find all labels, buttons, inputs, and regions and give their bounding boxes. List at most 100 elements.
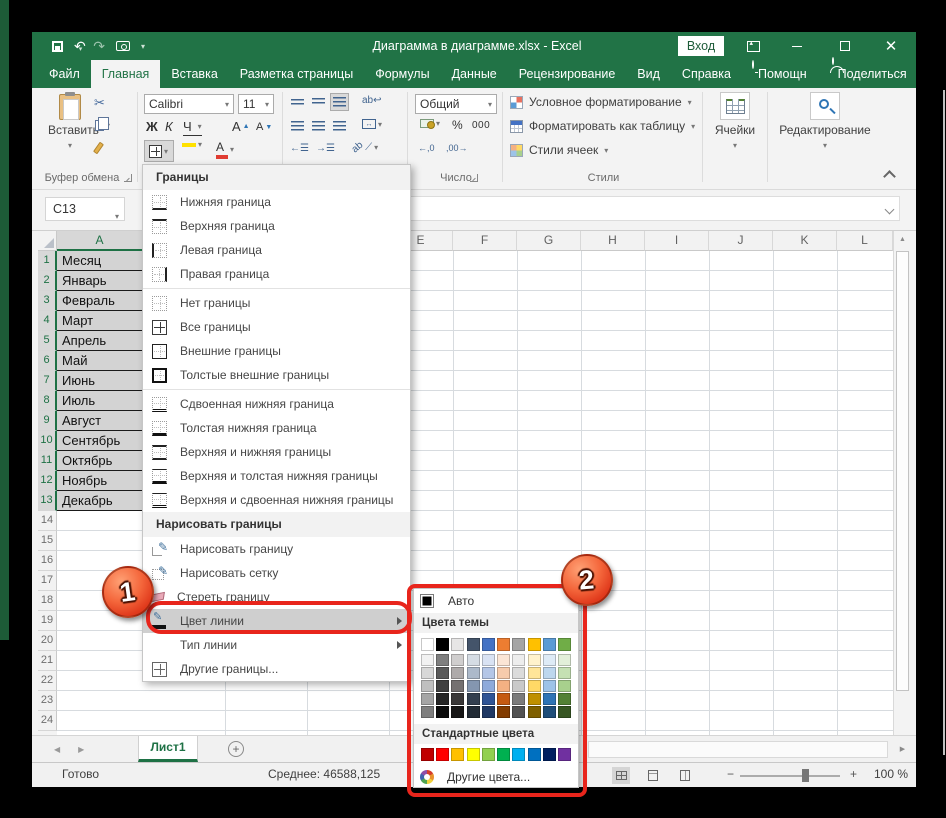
ribbon-display-options-icon[interactable] bbox=[738, 32, 768, 60]
tab-assistant[interactable]: Помощн bbox=[756, 60, 818, 88]
underline-button[interactable]: Ч▾ bbox=[183, 119, 202, 136]
menu-item-no-border[interactable]: Нет границы bbox=[143, 291, 410, 315]
tab-review[interactable]: Рецензирование bbox=[508, 60, 627, 88]
month-cell[interactable]: Февраль bbox=[57, 291, 143, 311]
italic-button[interactable]: К bbox=[165, 119, 173, 134]
row-header[interactable]: 6 bbox=[38, 351, 57, 371]
column-header[interactable]: L bbox=[837, 231, 893, 251]
tab-data[interactable]: Данные bbox=[441, 60, 508, 88]
month-cell[interactable]: Март bbox=[57, 311, 143, 331]
borders-button[interactable]: ▾ bbox=[144, 140, 174, 162]
row-header[interactable]: 1 bbox=[38, 251, 57, 271]
month-cell[interactable]: Апрель bbox=[57, 331, 143, 351]
tab-file[interactable]: Файл bbox=[38, 60, 91, 88]
row-header[interactable]: 21 bbox=[38, 651, 57, 671]
menu-item-bottom-border[interactable]: Нижняя граница bbox=[143, 190, 410, 214]
row-header[interactable]: 8 bbox=[38, 391, 57, 411]
row-header[interactable]: 15 bbox=[38, 531, 57, 551]
zoom-level[interactable]: 100 % bbox=[874, 767, 908, 781]
menu-item-all-borders[interactable]: Все границы bbox=[143, 315, 410, 339]
redo-icon[interactable]: ↷ bbox=[93, 39, 105, 53]
row-header[interactable]: 24 bbox=[38, 711, 57, 731]
formula-input[interactable] bbox=[382, 196, 900, 221]
column-header-a[interactable]: A bbox=[57, 231, 143, 251]
vertical-scrollbar-thumb[interactable] bbox=[896, 251, 909, 691]
month-cell[interactable]: Июль bbox=[57, 391, 143, 411]
font-name-combo[interactable]: Calibri▾ bbox=[144, 94, 234, 114]
sheet-tab-list1[interactable]: Лист1 bbox=[138, 736, 198, 762]
tab-formulas[interactable]: Формулы bbox=[364, 60, 440, 88]
column-header[interactable]: G bbox=[517, 231, 581, 251]
menu-item-top-double-bottom-border[interactable]: Верхняя и сдвоенная нижняя границы bbox=[143, 488, 410, 512]
menu-item-double-bottom-border[interactable]: Сдвоенная нижняя граница bbox=[143, 392, 410, 416]
zoom-slider[interactable] bbox=[740, 775, 840, 777]
month-cell[interactable]: Месяц bbox=[57, 251, 143, 271]
prev-sheet-icon[interactable]: ◀ bbox=[54, 745, 60, 754]
increase-decimal-button[interactable]: ←,0 bbox=[418, 143, 435, 153]
empty-column-a-cells[interactable] bbox=[57, 511, 143, 735]
row-header[interactable]: 13 bbox=[38, 491, 57, 511]
row-header[interactable]: 2 bbox=[38, 271, 57, 291]
font-size-combo[interactable]: 11▾ bbox=[238, 94, 274, 114]
menu-item-top-thick-bottom-border[interactable]: Верхняя и толстая нижняя границы bbox=[143, 464, 410, 488]
month-cell[interactable]: Декабрь bbox=[57, 491, 143, 511]
row-header[interactable]: 18 bbox=[38, 591, 57, 611]
add-sheet-icon[interactable]: + bbox=[228, 741, 244, 757]
menu-item-draw-border[interactable]: ✎Нарисовать границу bbox=[143, 537, 410, 561]
collapse-ribbon-icon[interactable] bbox=[883, 170, 896, 183]
column-header[interactable]: I bbox=[645, 231, 709, 251]
row-header[interactable]: 22 bbox=[38, 671, 57, 691]
month-cell[interactable]: Август bbox=[57, 411, 143, 431]
row-header[interactable]: 7 bbox=[38, 371, 57, 391]
conditional-formatting-button[interactable]: Условное форматирование▾ bbox=[510, 95, 692, 109]
column-header[interactable]: F bbox=[453, 231, 517, 251]
cut-button[interactable]: ✂ bbox=[94, 96, 105, 109]
align-center-button[interactable] bbox=[309, 117, 328, 135]
cell-styles-button[interactable]: Стили ячеек▾ bbox=[510, 143, 608, 157]
accounting-format-button[interactable]: ▾ bbox=[420, 119, 440, 128]
month-cell[interactable]: Ноябрь bbox=[57, 471, 143, 491]
menu-item-top-bottom-border[interactable]: Верхняя и нижняя границы bbox=[143, 440, 410, 464]
share-button[interactable]: Поделиться bbox=[836, 60, 918, 88]
row-header[interactable]: 23 bbox=[38, 691, 57, 711]
decrease-indent-button[interactable]: ←☰ bbox=[290, 143, 309, 154]
align-middle-button[interactable] bbox=[309, 93, 328, 111]
scroll-up-icon[interactable]: ▲ bbox=[894, 231, 911, 249]
menu-item-draw-border-grid[interactable]: ✎Нарисовать сетку bbox=[143, 561, 410, 585]
align-left-button[interactable] bbox=[288, 117, 307, 135]
undo-button[interactable]: ↶▾ bbox=[74, 39, 82, 54]
fill-color-button[interactable]: ▾ bbox=[182, 140, 202, 149]
grow-font-button[interactable]: А▲ bbox=[232, 119, 250, 134]
column-header[interactable]: H bbox=[581, 231, 645, 251]
tab-home[interactable]: Главная bbox=[91, 60, 161, 88]
column-header[interactable]: K bbox=[773, 231, 837, 251]
row-header[interactable]: 16 bbox=[38, 551, 57, 571]
paste-button[interactable]: Вставить ▾ bbox=[48, 92, 92, 164]
zoom-slider-thumb[interactable] bbox=[802, 769, 809, 782]
wrap-text-button[interactable]: ab↩ bbox=[362, 95, 382, 106]
tab-page-layout[interactable]: Разметка страницы bbox=[229, 60, 364, 88]
row-header[interactable]: 20 bbox=[38, 631, 57, 651]
screenshot-icon[interactable] bbox=[116, 41, 130, 51]
maximize-icon[interactable] bbox=[830, 32, 860, 60]
align-right-button[interactable] bbox=[330, 117, 349, 135]
format-as-table-button[interactable]: Форматировать как таблицу▾ bbox=[510, 119, 695, 133]
column-header[interactable]: J bbox=[709, 231, 773, 251]
bold-button[interactable]: Ж bbox=[146, 119, 158, 134]
scroll-right-icon[interactable]: ▶ bbox=[894, 741, 911, 758]
cells-button[interactable]: Ячейки ▾ bbox=[708, 92, 762, 151]
row-header[interactable]: 10 bbox=[38, 431, 57, 451]
row-header[interactable]: 5 bbox=[38, 331, 57, 351]
name-box[interactable]: C13▾ bbox=[45, 197, 125, 221]
month-cell[interactable]: Май bbox=[57, 351, 143, 371]
month-cell[interactable]: Январь bbox=[57, 271, 143, 291]
clipboard-dialog-launcher-icon[interactable] bbox=[124, 174, 132, 182]
menu-item-more-borders[interactable]: Другие границы... bbox=[143, 657, 410, 681]
normal-view-button[interactable] bbox=[612, 767, 630, 784]
comma-style-button[interactable]: 000 bbox=[472, 120, 490, 131]
tab-insert[interactable]: Вставка bbox=[160, 60, 228, 88]
menu-item-line-style[interactable]: Тип линии bbox=[143, 633, 410, 657]
customize-qat-icon[interactable]: ▾ bbox=[141, 42, 145, 51]
decrease-decimal-button[interactable]: ,00→ bbox=[446, 143, 468, 153]
row-header[interactable]: 9 bbox=[38, 411, 57, 431]
